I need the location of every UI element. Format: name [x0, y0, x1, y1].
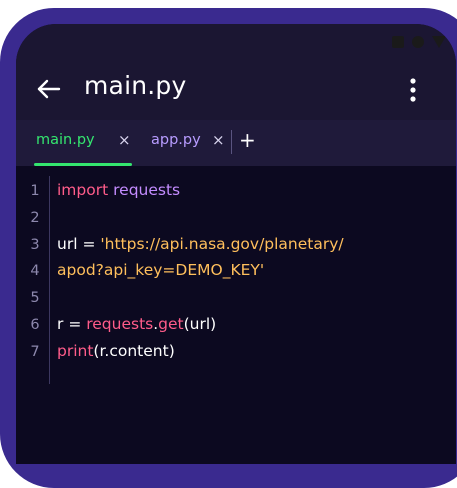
code-token: (url)	[183, 315, 217, 333]
code-text: url = 'https://api.nasa.gov/planetary/	[57, 235, 344, 253]
tab-main-py[interactable]: main.py ×	[16, 120, 144, 166]
code-editor[interactable]: 1 import requests 2 3 url = 'https://api.nas…	[16, 166, 456, 464]
code-text: apod?api_key=DEMO_KEY'	[57, 261, 264, 279]
code-token: (r.content)	[93, 341, 175, 360]
phone-frame: main.py main.py × app.py × + 1 import req…	[0, 8, 457, 488]
code-text: print(r.content)	[57, 342, 175, 360]
code-token: import	[57, 181, 109, 199]
notification-icon	[392, 36, 404, 48]
close-tab-icon[interactable]: ×	[212, 131, 225, 149]
code-line[interactable]: 1 import requests	[16, 180, 456, 206]
code-token: 'https://api.nasa.gov/planetary/	[100, 234, 344, 253]
code-line[interactable]: 4 apod?api_key=DEMO_KEY'	[16, 260, 456, 286]
line-number: 6	[30, 317, 40, 333]
signal-icon	[432, 36, 446, 48]
code-token: =	[68, 315, 87, 333]
code-line[interactable]: 6 r = requests.get(url)	[16, 314, 456, 340]
arrow-left-icon[interactable]	[36, 76, 62, 102]
tab-label: app.py	[151, 132, 201, 148]
code-token: apod?api_key=DEMO_KEY'	[57, 261, 265, 280]
code-line[interactable]: 2	[16, 207, 456, 233]
status-bar	[16, 24, 456, 60]
code-token: url	[57, 234, 83, 253]
code-token: print	[57, 341, 94, 360]
line-number: 2	[30, 209, 40, 226]
status-icons	[392, 36, 446, 48]
status-dot-icon	[412, 36, 424, 48]
page-title: main.py	[84, 71, 187, 100]
code-token: =	[82, 234, 101, 253]
code-line[interactable]: 7 print(r.content)	[16, 341, 456, 367]
code-token: requests	[86, 315, 154, 333]
line-number: 5	[30, 290, 40, 307]
line-number: 4	[30, 263, 40, 280]
tab-label: main.py	[36, 132, 95, 148]
add-tab-button[interactable]: +	[239, 128, 256, 152]
tab-app-py[interactable]: app.py ×	[144, 120, 230, 166]
line-number: 3	[30, 236, 40, 253]
editor-tab-bar: main.py × app.py × +	[16, 120, 456, 166]
tab-divider	[231, 130, 232, 154]
code-line[interactable]: 5	[16, 287, 456, 313]
code-token: r	[57, 315, 69, 333]
code-text: import requests	[57, 181, 180, 199]
code-text: r = requests.get(url)	[57, 315, 216, 333]
phone-screen: main.py main.py × app.py × + 1 import req…	[16, 24, 456, 464]
more-vertical-icon[interactable]	[410, 78, 416, 102]
app-bar: main.py	[16, 60, 456, 120]
close-tab-icon[interactable]: ×	[118, 131, 131, 149]
line-number: 7	[30, 343, 40, 360]
code-token: requests	[113, 181, 181, 199]
code-line[interactable]: 3 url = 'https://api.nasa.gov/planetary/	[16, 234, 456, 260]
line-number: 1	[30, 183, 40, 199]
code-token: get	[158, 315, 184, 333]
